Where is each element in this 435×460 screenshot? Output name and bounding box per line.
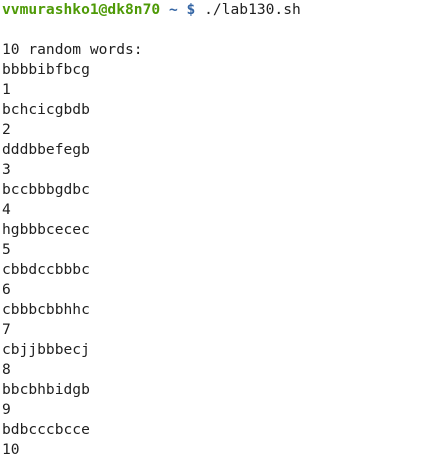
output-line: hgbbbcecec [2,221,90,238]
output-line: dddbbefegb [2,141,90,158]
output-line: 9 [2,401,11,418]
output-line: bdbcccbcce [2,421,90,438]
output-line: 6 [2,281,11,298]
output-line: cbbbcbbhhc [2,301,90,318]
prompt-line: vvmurashko1@dk8n70 ~ $ ./lab130.sh [2,0,435,20]
output-line: 3 [2,161,11,178]
output-line: bchcicgbdb [2,101,90,118]
output-line: 5 [2,241,11,258]
output-line: cbjjbbbecj [2,341,90,358]
prompt-command: ./lab130.sh [204,1,301,18]
output-line: 8 [2,361,11,378]
prompt-symbol: $ [186,1,196,18]
output-header: 10 random words: [2,41,143,58]
output-line: 4 [2,201,11,218]
output-line: bbcbhbidgb [2,381,90,398]
output-line: bbbbibfbcg [2,61,90,78]
output-line: 1 [2,81,11,98]
output-line: 10 [2,441,20,458]
output-line: cbbdccbbbc [2,261,90,278]
prompt-user-host: vvmurashko1@dk8n70 [2,1,161,18]
output-line: bccbbbgdbc [2,181,90,198]
prompt-path: ~ [168,1,178,18]
terminal-window[interactable]: vvmurashko1@dk8n70 ~ $ ./lab130.sh 10 ra… [0,0,435,458]
output-line: 2 [2,121,11,138]
output-line: 7 [2,321,11,338]
